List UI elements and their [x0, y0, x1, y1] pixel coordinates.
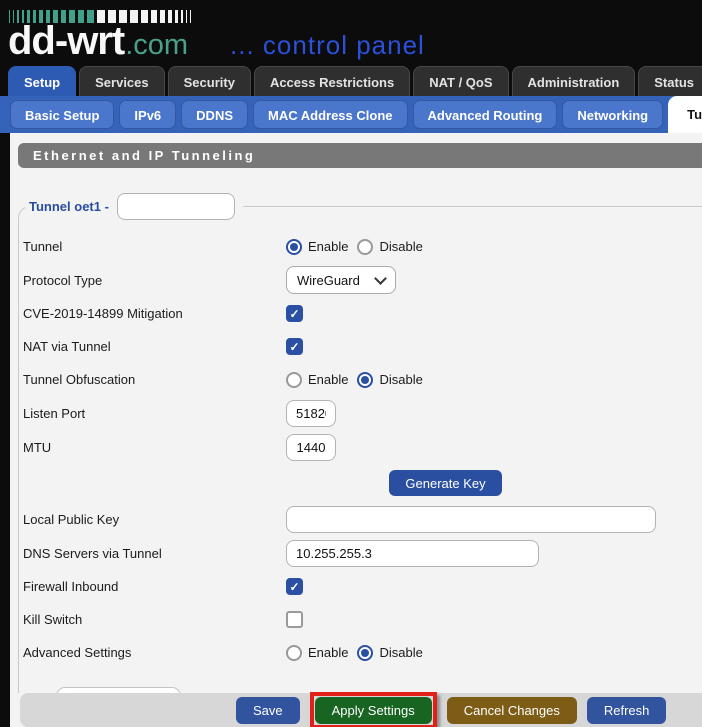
tunnel-radio-group: Enable Disable [286, 239, 426, 255]
kill-switch-label: Kill Switch [23, 612, 286, 627]
firewall-inbound-label: Firewall Inbound [23, 579, 286, 594]
cve-mitigation-checkbox[interactable]: ✓ [286, 305, 303, 322]
row-nat-via-tunnel: NAT via Tunnel ✓ [23, 330, 702, 363]
subtab-networking[interactable]: Networking [562, 100, 663, 129]
row-local-public-key: Local Public Key [23, 502, 702, 536]
subtab-mac-address-clone[interactable]: MAC Address Clone [253, 100, 407, 129]
tab-security[interactable]: Security [168, 66, 251, 96]
row-tunnel: Tunnel Enable Disable [23, 230, 702, 263]
logo-ddwrt-text: dd-wrt [8, 24, 124, 58]
refresh-button[interactable]: Refresh [587, 697, 667, 724]
advanced-settings-enable-radio[interactable] [286, 645, 302, 661]
row-cve-mitigation: CVE-2019-14899 Mitigation ✓ [23, 297, 702, 330]
advanced-settings-radio-group: Enable Disable [286, 645, 426, 661]
advanced-settings-enable-label: Enable [308, 645, 348, 660]
check-icon: ✓ [289, 341, 299, 353]
mtu-label: MTU [23, 440, 286, 455]
section-title: Ethernet and IP Tunneling [33, 148, 255, 163]
nat-via-tunnel-label: NAT via Tunnel [23, 339, 286, 354]
dns-servers-label: DNS Servers via Tunnel [23, 546, 286, 561]
advanced-settings-disable-label: Disable [379, 645, 422, 660]
save-button[interactable]: Save [236, 697, 300, 724]
tunnel-obfuscation-enable-radio[interactable] [286, 372, 302, 388]
row-advanced-settings: Advanced Settings Enable Disable [23, 636, 702, 669]
row-tunnel-obfuscation: Tunnel Obfuscation Enable Disable [23, 363, 702, 396]
mtu-input[interactable] [286, 434, 336, 461]
protocol-type-value: WireGuard [297, 273, 360, 288]
local-public-key-input[interactable] [286, 506, 656, 533]
tunnel-disable-radio[interactable] [357, 239, 373, 255]
tunnel-obfuscation-enable-label: Enable [308, 372, 348, 387]
tunnel-label: Tunnel [23, 239, 286, 254]
subtab-ipv6[interactable]: IPv6 [119, 100, 176, 129]
main-tab-bar: Setup Services Security Access Restricti… [0, 66, 702, 96]
tunnel-enable-radio[interactable] [286, 239, 302, 255]
tunnel-obfuscation-radio-group: Enable Disable [286, 372, 426, 388]
section-header: Ethernet and IP Tunneling [18, 143, 702, 168]
content-area: Ethernet and IP Tunneling Tunnel oet1 - … [10, 133, 702, 693]
subtab-basic-setup[interactable]: Basic Setup [10, 100, 114, 129]
logo-com-text: .com [125, 28, 188, 62]
tunnel-enable-label: Enable [308, 239, 348, 254]
nat-via-tunnel-checkbox[interactable]: ✓ [286, 338, 303, 355]
chevron-down-icon [374, 272, 387, 285]
subtab-advanced-routing[interactable]: Advanced Routing [413, 100, 558, 129]
advanced-settings-disable-radio[interactable] [357, 645, 373, 661]
check-icon: ✓ [289, 581, 299, 593]
apply-settings-highlight-box: Apply Settings [310, 692, 437, 727]
row-dns-servers: DNS Servers via Tunnel [23, 536, 702, 570]
row-mtu: MTU [23, 430, 702, 464]
row-firewall-inbound: Firewall Inbound ✓ [23, 570, 702, 603]
header: dd-wrt.com ... control panel [0, 0, 702, 66]
advanced-settings-label: Advanced Settings [23, 645, 286, 660]
page-body: Ethernet and IP Tunneling Tunnel oet1 - … [10, 133, 702, 727]
row-generate-key: Generate Key [23, 466, 702, 500]
listen-port-input[interactable] [286, 400, 336, 427]
firewall-inbound-checkbox[interactable]: ✓ [286, 578, 303, 595]
protocol-type-label: Protocol Type [23, 273, 286, 288]
check-icon: ✓ [289, 308, 299, 320]
subtab-ddns[interactable]: DDNS [181, 100, 248, 129]
tab-nat-qos[interactable]: NAT / QoS [413, 66, 508, 96]
apply-settings-button[interactable]: Apply Settings [315, 697, 432, 724]
tunnel-legend: Tunnel oet1 - [25, 193, 243, 220]
cve-mitigation-label: CVE-2019-14899 Mitigation [23, 306, 286, 321]
footer-action-bar: Save Apply Settings Cancel Changes Refre… [20, 693, 702, 727]
local-public-key-label: Local Public Key [23, 512, 286, 527]
tunnel-disable-label: Disable [379, 239, 422, 254]
dd-wrt-control-panel: dd-wrt.com ... control panel Setup Servi… [0, 0, 702, 727]
sub-tab-bar: Basic Setup IPv6 DDNS MAC Address Clone … [0, 96, 702, 133]
subtab-tunnels[interactable]: Tunnels [668, 96, 702, 133]
row-protocol-type: Protocol Type WireGuard [23, 263, 702, 297]
tab-access-restrictions[interactable]: Access Restrictions [254, 66, 410, 96]
protocol-type-select[interactable]: WireGuard [286, 266, 396, 294]
listen-port-label: Listen Port [23, 406, 286, 421]
tab-setup[interactable]: Setup [8, 66, 76, 96]
tunnel-legend-label: Tunnel oet1 - [29, 199, 109, 214]
tunnel-obfuscation-label: Tunnel Obfuscation [23, 372, 286, 387]
tunnel-obfuscation-disable-label: Disable [379, 372, 422, 387]
dns-servers-input[interactable] [286, 540, 539, 567]
cancel-changes-button[interactable]: Cancel Changes [447, 697, 577, 724]
kill-switch-checkbox[interactable]: ✓ [286, 611, 303, 628]
logo-tagline-text: ... control panel [230, 28, 425, 62]
tab-services[interactable]: Services [79, 66, 165, 96]
row-kill-switch: Kill Switch ✓ [23, 603, 702, 636]
tab-status[interactable]: Status [638, 66, 702, 96]
generate-key-button[interactable]: Generate Key [389, 470, 502, 496]
tab-administration[interactable]: Administration [512, 66, 636, 96]
tunnel-oet1-fieldset: Tunnel oet1 - Tunnel Enable Disable Prot… [18, 193, 702, 693]
row-listen-port: Listen Port [23, 396, 702, 430]
tunnel-name-input[interactable] [117, 193, 235, 220]
logo: dd-wrt.com ... control panel [0, 24, 702, 62]
tunnel-obfuscation-disable-radio[interactable] [357, 372, 373, 388]
